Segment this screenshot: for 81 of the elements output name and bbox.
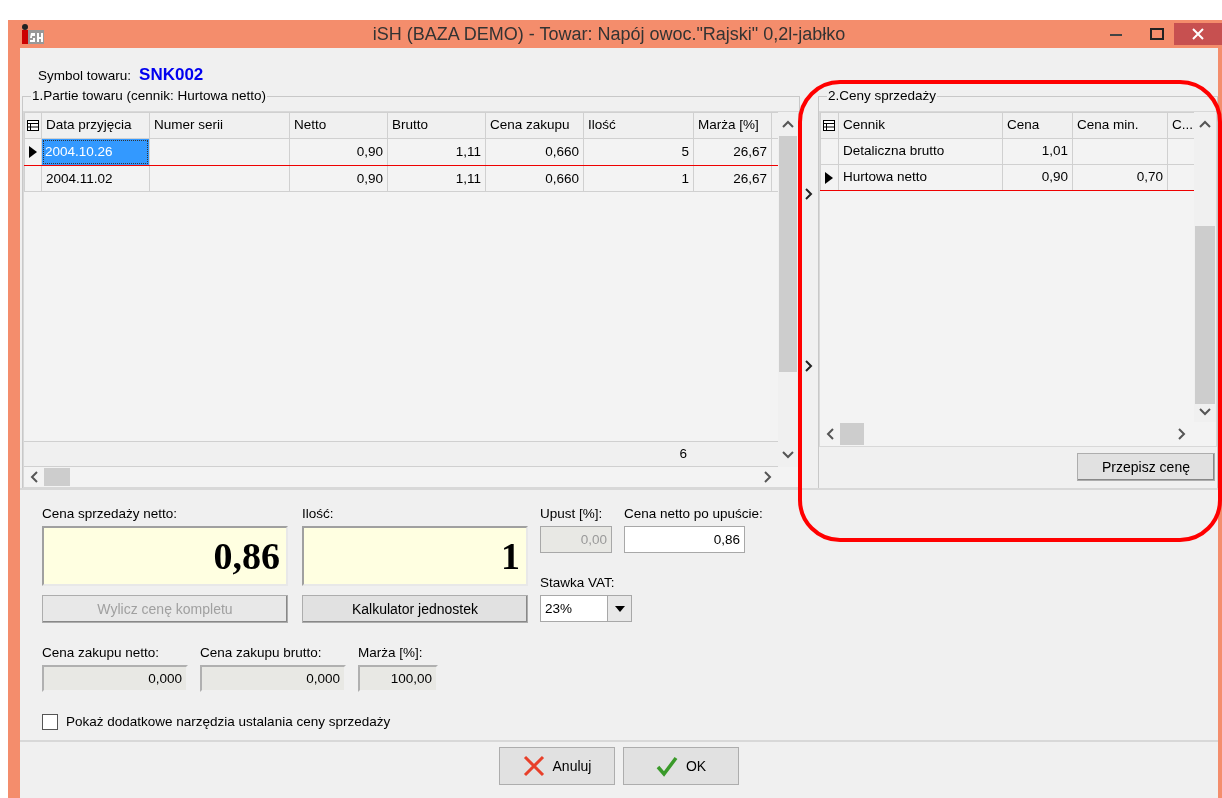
grid-options-icon[interactable]	[823, 120, 835, 132]
purchase-field[interactable]: 0,000	[42, 665, 188, 692]
cell-text: 0,90	[356, 170, 383, 186]
window-title: iSH (BAZA DEMO) - Towar: Napój owoc."Rajski" 0,2l-jabłko	[371, 22, 847, 46]
column-header[interactable]: Marża [%]	[693, 112, 772, 139]
column-header[interactable]: Netto	[289, 112, 388, 139]
close-button[interactable]	[1174, 23, 1222, 45]
quantity-field[interactable]: 1	[302, 526, 528, 586]
cell-text: 1	[681, 170, 689, 186]
checkmark-icon	[655, 755, 678, 777]
scroll-thumb[interactable]	[44, 468, 70, 486]
column-header[interactable]: Cennik	[838, 112, 1003, 139]
column-header[interactable]: Numer serii	[149, 112, 290, 139]
cell-text: 0,70	[1136, 169, 1163, 185]
field-label: Marża [%]:	[358, 644, 424, 662]
net-price-after-discount-field[interactable]: 0,86	[624, 526, 745, 553]
cancel-button[interactable]: Anuluj	[499, 747, 615, 785]
cross-icon	[522, 755, 545, 777]
vat-select[interactable]: 23%	[540, 595, 632, 622]
scroll-thumb[interactable]	[1195, 226, 1216, 404]
column-header[interactable]: Brutto	[387, 112, 486, 139]
field-label: Cena sprzedaży netto:	[42, 505, 179, 523]
app-logo-icon	[20, 23, 46, 45]
scroll-left-icon	[826, 428, 834, 440]
field-label: Cena zakupu netto:	[42, 644, 161, 662]
grid-row[interactable]: 2004.10.26 0,90 1,11 0,660 5 26,67	[24, 138, 779, 166]
cell-text: 26,67	[733, 144, 767, 159]
cell-text: 2004.11.02	[46, 170, 113, 186]
purchase-field[interactable]: 100,00	[358, 665, 438, 692]
minimize-icon	[1110, 32, 1122, 36]
ok-button[interactable]: OK	[623, 747, 739, 785]
purchase-field[interactable]: 0,000	[200, 665, 346, 692]
field-label: Upust [%]:	[540, 505, 604, 523]
checkbox[interactable]	[42, 714, 58, 731]
row-pointer-icon	[825, 171, 833, 184]
maximize-icon	[1150, 28, 1164, 40]
column-header[interactable]: C...	[1167, 112, 1195, 139]
scroll-down-icon	[782, 451, 794, 459]
cell-text: 1,11	[455, 170, 481, 186]
scroll-up-icon	[782, 120, 794, 128]
cell-text: 0,90	[356, 144, 383, 159]
field-label: Ilość:	[302, 505, 335, 523]
field-label: Stawka VAT:	[540, 574, 616, 592]
copy-price-button[interactable]: Przepisz cenę	[1077, 453, 1215, 481]
scroll-down-icon	[1199, 408, 1212, 416]
dropdown-arrow-icon	[614, 605, 625, 612]
scroll-up-icon	[1199, 120, 1212, 128]
sale-price-field[interactable]: 0,86	[42, 526, 288, 586]
cell-text: 1,11	[455, 144, 481, 159]
group-title: 2.Ceny sprzedaży	[827, 88, 938, 104]
field-label: Cena netto po upuście:	[624, 505, 764, 523]
scroll-thumb[interactable]	[840, 423, 864, 445]
column-header[interactable]: Ilość	[583, 112, 694, 139]
column-header[interactable]: Data przyjęcia	[41, 112, 150, 139]
cell-text: 0,660	[545, 170, 579, 186]
cell-text: Hurtowa netto	[843, 169, 928, 185]
cell-text: 1,01	[1041, 143, 1068, 159]
scroll-left-icon	[30, 471, 38, 483]
column-header[interactable]: Cena min.	[1072, 112, 1168, 139]
column-header[interactable]: Cena zakupu	[485, 112, 584, 139]
symbol-value: SNK002	[139, 64, 204, 86]
unit-calculator-button[interactable]: Kalkulator jednostek	[302, 595, 528, 623]
checkbox-label: Pokaż dodatkowe narzędzia ustalania ceny sprzedaży	[66, 713, 391, 731]
scroll-right-icon	[764, 471, 772, 483]
column-header[interactable]: Cena	[1002, 112, 1073, 139]
cell-text: 5	[681, 144, 689, 159]
scroll-thumb[interactable]	[779, 136, 797, 372]
cell-text: 2004.10.26	[42, 139, 149, 165]
field-label: Cena zakupu brutto:	[200, 644, 323, 662]
cell-text: 0,90	[1041, 169, 1068, 185]
cell-text: 26,67	[733, 170, 767, 186]
cell-text: 0,660	[545, 144, 579, 159]
group-title: 1.Partie towaru (cennik: Hurtowa netto)	[31, 88, 268, 104]
close-icon	[1192, 28, 1204, 40]
row-pointer-icon	[29, 146, 37, 159]
cell-text: Detaliczna brutto	[843, 143, 945, 159]
quantity-total: 6	[678, 445, 687, 463]
grid-row[interactable]: 2004.11.02 0,90 1,11 0,660 1 26,67	[24, 165, 779, 192]
symbol-label: Symbol towaru:	[38, 67, 132, 85]
scroll-right-icon	[1178, 428, 1186, 440]
grid-options-icon[interactable]	[27, 120, 39, 132]
